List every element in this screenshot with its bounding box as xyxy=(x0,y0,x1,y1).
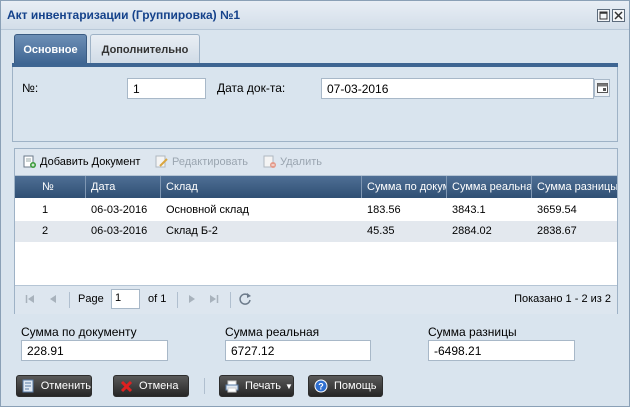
cancel-document-button[interactable]: Отменить xyxy=(16,375,92,397)
cancel-document-icon xyxy=(21,379,36,393)
cancel-x-icon xyxy=(118,379,134,393)
doc-sum-total-label: Сумма по документу xyxy=(21,325,137,339)
cell-date: 06-03-2016 xyxy=(91,225,148,237)
cell-real-sum: 2884.02 xyxy=(452,225,492,237)
add-document-button[interactable]: Добавить Документ xyxy=(23,155,140,168)
window-title: Акт инвентаризации (Группировка) №1 xyxy=(7,8,241,22)
prev-page-icon[interactable] xyxy=(48,294,58,307)
calendar-icon[interactable] xyxy=(594,79,610,97)
column-header-warehouse[interactable]: Склад xyxy=(161,176,362,198)
window-restore-icon[interactable] xyxy=(597,9,610,22)
button-separator xyxy=(204,378,205,394)
grid-header: № Дата Склад Сумма по документу Сумма ре… xyxy=(15,176,617,198)
edit-button[interactable]: Редактировать xyxy=(155,155,248,168)
real-sum-total-label: Сумма реальная xyxy=(225,325,320,339)
chevron-down-icon: ▼ xyxy=(285,381,293,391)
cell-diff-sum: 3659.54 xyxy=(537,204,577,216)
pager-separator xyxy=(69,292,70,308)
pager-separator xyxy=(230,292,231,308)
page-number-input[interactable]: 1 xyxy=(111,289,140,309)
number-field[interactable]: 1 xyxy=(127,78,206,99)
cancel-document-label: Отменить xyxy=(40,380,91,392)
cell-warehouse: Основной склад xyxy=(166,204,249,216)
diff-sum-total-field[interactable]: -6498.21 xyxy=(428,340,575,361)
add-document-icon xyxy=(23,155,36,168)
cancel-button[interactable]: Отмена xyxy=(113,375,189,397)
cell-number: 1 xyxy=(42,204,49,216)
cell-date: 06-03-2016 xyxy=(91,204,148,216)
cell-warehouse: Склад Б-2 xyxy=(166,225,218,237)
tab-additional[interactable]: Дополнительно xyxy=(90,34,200,64)
window-close-icon[interactable] xyxy=(612,9,625,22)
date-field[interactable]: 07-03-2016 xyxy=(321,78,594,99)
page-label: Page xyxy=(78,293,104,305)
cell-number: 2 xyxy=(42,225,49,237)
grid-toolbar: Добавить Документ Редактировать Удалить xyxy=(15,149,617,176)
row-marker-header xyxy=(15,176,37,198)
title-bar[interactable]: Акт инвентаризации (Группировка) №1 xyxy=(1,1,629,30)
help-icon: ? xyxy=(313,379,329,393)
totals-panel: Сумма по документу 228.91 Сумма реальная… xyxy=(12,319,618,369)
edit-label: Редактировать xyxy=(172,155,248,168)
real-sum-total-field[interactable]: 6727.12 xyxy=(225,340,371,361)
cell-diff-sum: 2838.67 xyxy=(537,225,577,237)
svg-text:?: ? xyxy=(318,382,324,392)
table-row[interactable]: 1 06-03-2016 Основной склад 183.56 3843.… xyxy=(15,200,617,221)
cancel-label: Отмена xyxy=(139,380,179,392)
number-label: №: xyxy=(22,81,39,95)
column-header-real-sum[interactable]: Сумма реальная xyxy=(447,176,532,198)
delete-button[interactable]: Удалить xyxy=(263,155,322,168)
printer-icon xyxy=(224,379,240,393)
column-header-number[interactable]: № xyxy=(37,176,86,198)
page-count-label: of 1 xyxy=(148,293,167,305)
pager-separator xyxy=(177,292,178,308)
first-page-icon[interactable] xyxy=(25,294,35,307)
delete-label: Удалить xyxy=(280,155,322,168)
displaying-info: Показано 1 - 2 из 2 xyxy=(514,293,611,305)
dialog-window: Акт инвентаризации (Группировка) №1 Осно… xyxy=(0,0,630,407)
cell-doc-sum: 45.35 xyxy=(367,225,395,237)
tab-main[interactable]: Основное xyxy=(14,34,87,64)
print-button[interactable]: Печать ▼ xyxy=(219,375,294,397)
table-row[interactable]: 2 06-03-2016 Склад Б-2 45.35 2884.02 283… xyxy=(15,221,617,242)
refresh-icon[interactable] xyxy=(238,292,252,309)
diff-sum-total-label: Сумма разницы xyxy=(428,325,517,339)
help-label: Помощь xyxy=(334,380,377,392)
help-button[interactable]: ? Помощь xyxy=(308,375,383,397)
next-page-icon[interactable] xyxy=(187,294,197,307)
print-label: Печать xyxy=(245,380,282,392)
tab-main-label: Основное xyxy=(23,43,78,56)
documents-grid: Добавить Документ Редактировать Удалить … xyxy=(14,148,618,314)
paging-toolbar: Page 1 of 1 Показано 1 - 2 из 2 xyxy=(15,285,617,314)
doc-sum-total-field[interactable]: 228.91 xyxy=(21,340,168,361)
cell-real-sum: 3843.1 xyxy=(452,204,486,216)
cell-doc-sum: 183.56 xyxy=(367,204,401,216)
edit-icon xyxy=(155,155,168,168)
tab-additional-label: Дополнительно xyxy=(101,43,189,56)
date-label: Дата док-та: xyxy=(217,81,286,95)
add-document-label: Добавить Документ xyxy=(40,155,141,168)
column-header-diff-sum[interactable]: Сумма разницы xyxy=(532,176,617,198)
column-header-doc-sum[interactable]: Сумма по документу xyxy=(362,176,447,198)
column-header-date[interactable]: Дата xyxy=(86,176,161,198)
delete-icon xyxy=(263,155,276,168)
last-page-icon[interactable] xyxy=(209,294,219,307)
